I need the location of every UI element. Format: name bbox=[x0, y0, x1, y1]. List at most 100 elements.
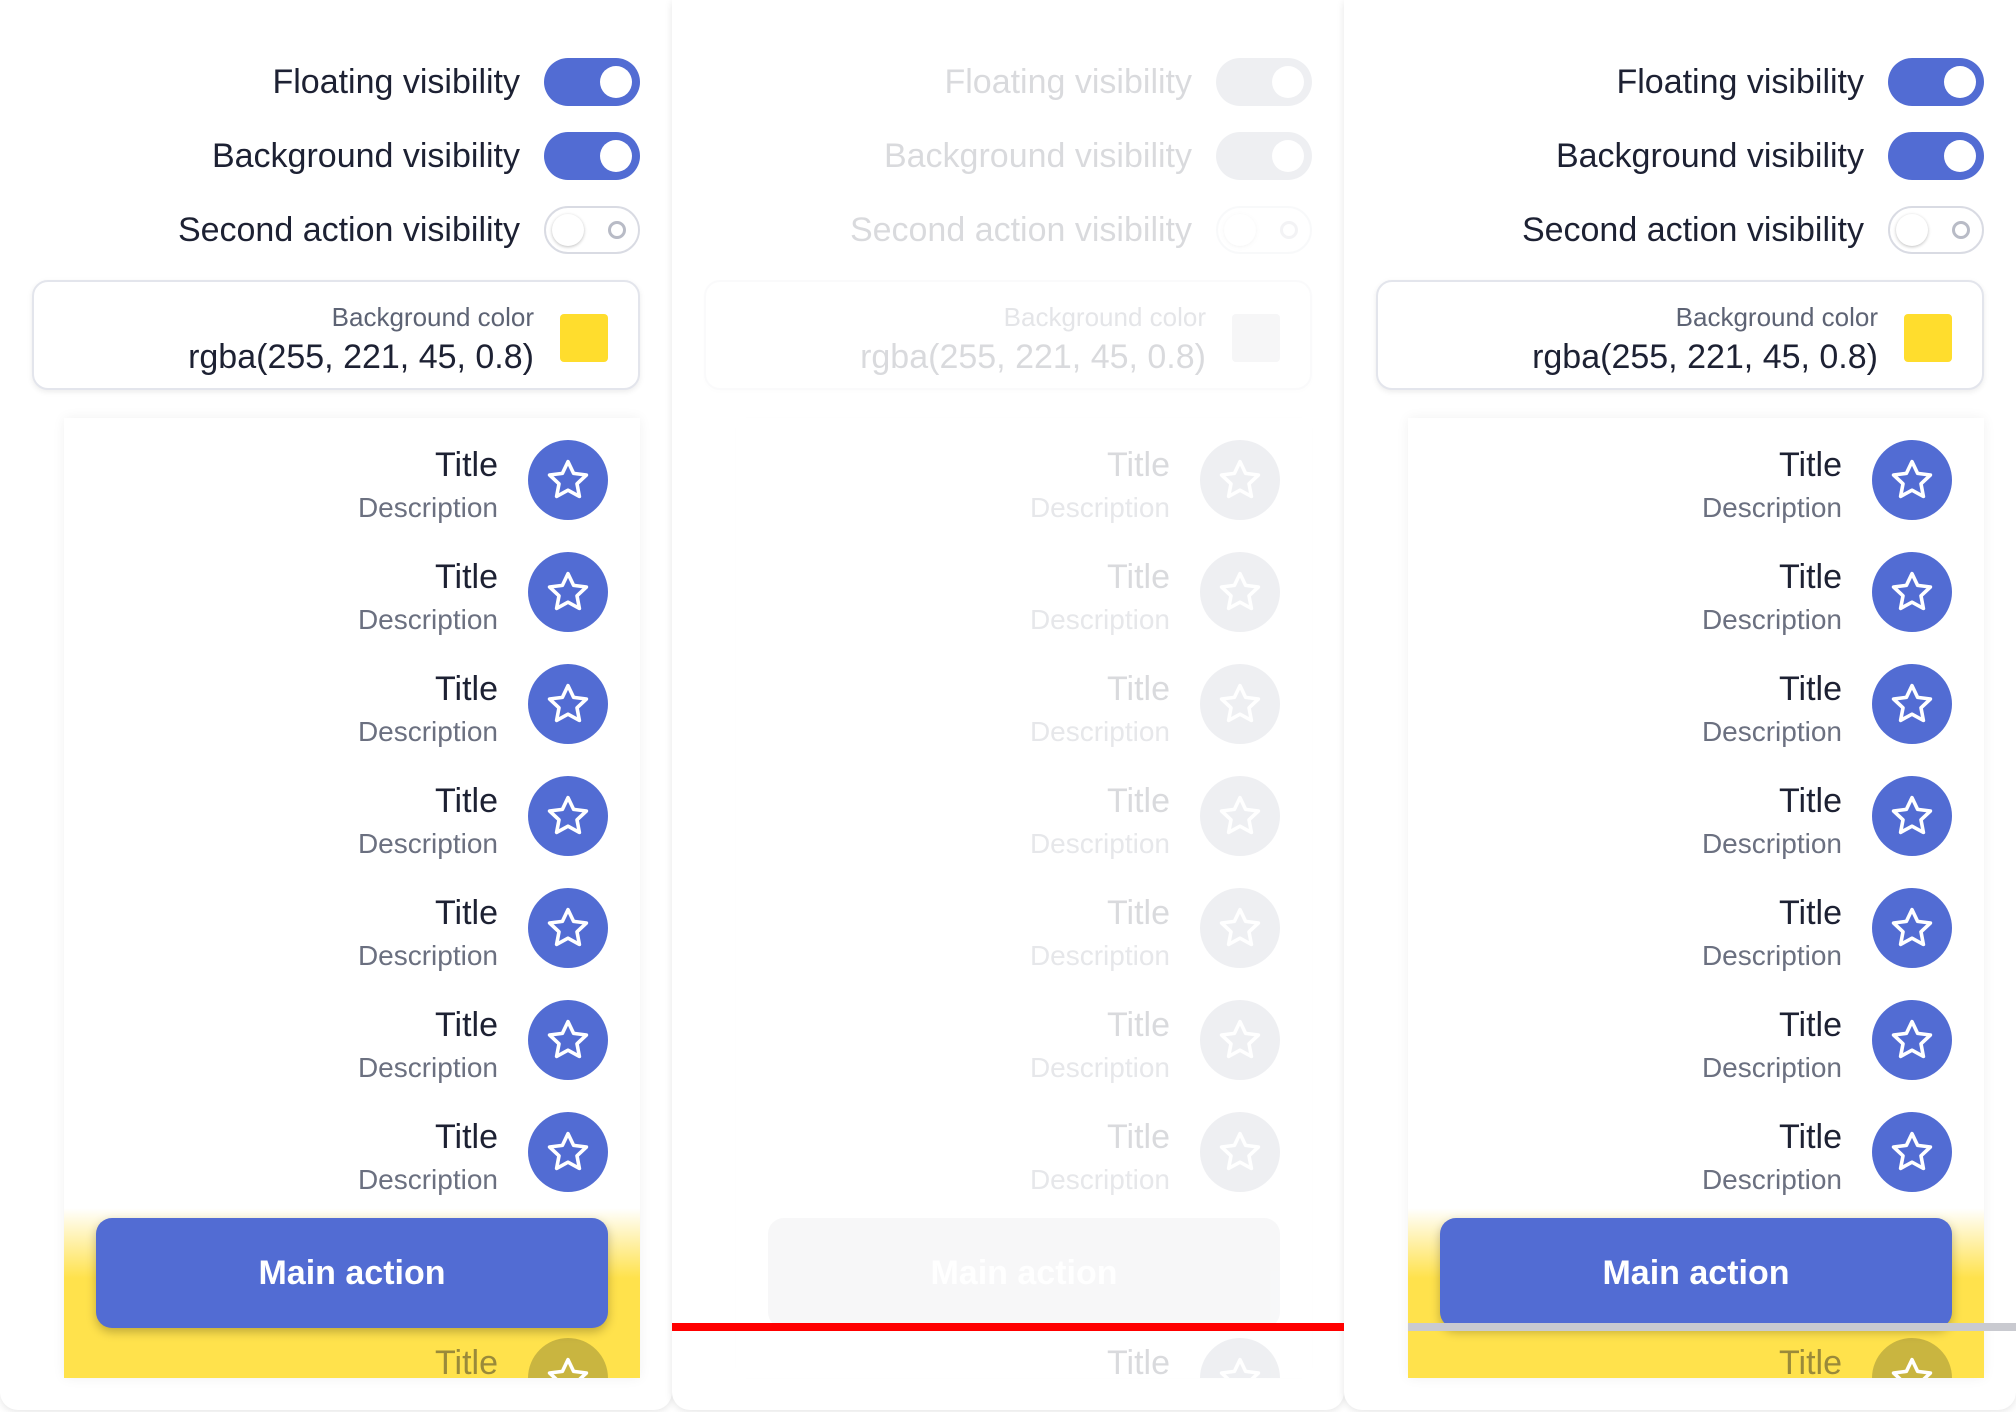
switch-knob bbox=[1944, 66, 1976, 98]
demo-panel-3: Floating visibility Background visibilit… bbox=[1344, 0, 2016, 1410]
item-description: Description bbox=[357, 716, 498, 747]
list-item: Title bbox=[1432, 1330, 1952, 1378]
switch-knob bbox=[600, 140, 632, 172]
star-button[interactable] bbox=[528, 888, 608, 968]
star-button[interactable] bbox=[1872, 664, 1952, 744]
second-action-visibility-switch[interactable] bbox=[1888, 206, 1984, 254]
color-swatch[interactable] bbox=[560, 314, 608, 362]
item-description: Description bbox=[357, 1052, 498, 1083]
second-action-visibility-switch bbox=[1216, 206, 1312, 254]
main-action-button: Main action bbox=[768, 1218, 1280, 1328]
star-icon bbox=[547, 907, 589, 947]
list-item: Title Description bbox=[88, 768, 608, 859]
background-color-value: rgba(255, 221, 45, 0.8) bbox=[188, 338, 534, 376]
floating-visibility-row: Floating visibility bbox=[1616, 57, 1984, 107]
item-description: Description bbox=[1029, 828, 1170, 859]
background-visibility-label: Background visibility bbox=[1555, 136, 1864, 175]
switch-off-indicator bbox=[1280, 221, 1298, 239]
list-item: Title Description bbox=[88, 544, 608, 635]
background-color-value: rgba(255, 221, 45, 0.8) bbox=[1532, 338, 1878, 376]
star-icon bbox=[1891, 907, 1933, 947]
star-button[interactable] bbox=[528, 776, 608, 856]
background-visibility-switch[interactable] bbox=[1888, 132, 1984, 180]
list-item: Title Description bbox=[760, 880, 1280, 971]
floating-visibility-row: Floating visibility bbox=[944, 57, 1312, 107]
star-icon bbox=[1219, 1019, 1261, 1059]
list-item: Title Description bbox=[1432, 880, 1952, 971]
second-action-visibility-switch[interactable] bbox=[544, 206, 640, 254]
item-description: Description bbox=[1029, 1052, 1170, 1083]
switch-knob bbox=[1272, 66, 1304, 98]
panels-container: Floating visibility Background visibilit… bbox=[0, 0, 2016, 1412]
item-title: Title bbox=[1779, 1006, 1842, 1044]
star-button bbox=[1200, 1338, 1280, 1378]
floating-visibility-row: Floating visibility bbox=[272, 57, 640, 107]
background-visibility-row: Background visibility bbox=[1556, 131, 1984, 181]
background-color-value: rgba(255, 221, 45, 0.8) bbox=[860, 338, 1206, 376]
item-description: Description bbox=[1701, 716, 1842, 747]
list-item: Title Description bbox=[760, 656, 1280, 747]
star-button[interactable] bbox=[1872, 1112, 1952, 1192]
item-description: Description bbox=[1701, 1164, 1842, 1195]
background-visibility-switch bbox=[1216, 132, 1312, 180]
item-description: Description bbox=[357, 940, 498, 971]
star-icon bbox=[547, 1019, 589, 1059]
panel-content: Floating visibility Background visibilit… bbox=[1344, 0, 2016, 1410]
star-icon bbox=[547, 1357, 589, 1378]
item-title: Title bbox=[1779, 446, 1842, 484]
star-icon bbox=[1891, 1131, 1933, 1171]
star-button[interactable] bbox=[528, 1112, 608, 1192]
item-title: Title bbox=[435, 782, 498, 820]
star-button[interactable] bbox=[1872, 1000, 1952, 1080]
item-description: Description bbox=[357, 1164, 498, 1195]
item-title: Title bbox=[1107, 446, 1170, 484]
item-title: Title bbox=[1107, 1118, 1170, 1156]
star-button[interactable] bbox=[528, 1000, 608, 1080]
item-title: Title bbox=[1107, 1006, 1170, 1044]
star-button[interactable] bbox=[528, 552, 608, 632]
item-description: Description bbox=[1701, 604, 1842, 635]
star-icon bbox=[547, 459, 589, 499]
floating-visibility-switch[interactable] bbox=[1888, 58, 1984, 106]
list-item: Title Description bbox=[1432, 1104, 1952, 1195]
background-visibility-switch[interactable] bbox=[544, 132, 640, 180]
item-description: Description bbox=[1029, 492, 1170, 523]
item-title: Title bbox=[1107, 670, 1170, 708]
switch-off-indicator bbox=[1952, 221, 1970, 239]
star-icon bbox=[1891, 1019, 1933, 1059]
star-button[interactable] bbox=[1872, 888, 1952, 968]
star-button[interactable] bbox=[1872, 1338, 1952, 1378]
list-item: Title Description bbox=[1432, 656, 1952, 747]
star-button bbox=[1200, 552, 1280, 632]
list-item: Title Description bbox=[760, 992, 1280, 1083]
background-color-field[interactable]: Background color rgba(255, 221, 45, 0.8) bbox=[32, 280, 640, 390]
item-title: Title bbox=[1107, 782, 1170, 820]
list-item: Title Description bbox=[760, 1104, 1280, 1195]
star-button[interactable] bbox=[1872, 776, 1952, 856]
item-title: Title bbox=[435, 670, 498, 708]
background-color-field[interactable]: Background color rgba(255, 221, 45, 0.8) bbox=[1376, 280, 1984, 390]
star-icon bbox=[547, 571, 589, 611]
star-button[interactable] bbox=[528, 440, 608, 520]
color-swatch[interactable] bbox=[1904, 314, 1952, 362]
list-item: Title Description bbox=[1432, 992, 1952, 1083]
star-button[interactable] bbox=[1872, 552, 1952, 632]
star-button[interactable] bbox=[528, 664, 608, 744]
star-icon bbox=[547, 795, 589, 835]
star-icon bbox=[1219, 683, 1261, 723]
star-button[interactable] bbox=[1872, 440, 1952, 520]
switch-knob bbox=[552, 214, 584, 246]
star-button[interactable] bbox=[528, 1338, 608, 1378]
item-title: Title bbox=[435, 1344, 498, 1378]
floating-list-preview: Title Description Title Description Titl… bbox=[1408, 418, 1984, 1378]
item-description: Description bbox=[357, 492, 498, 523]
second-action-visibility-label: Second action visibility bbox=[177, 210, 520, 249]
panel-content: Floating visibility Background visibilit… bbox=[0, 0, 672, 1410]
background-color-label: Background color bbox=[331, 302, 534, 332]
list-item: Title Description bbox=[88, 880, 608, 971]
switch-off-indicator bbox=[608, 221, 626, 239]
second-action-visibility-label: Second action visibility bbox=[849, 210, 1192, 249]
main-action-button[interactable]: Main action bbox=[96, 1218, 608, 1328]
floating-visibility-switch[interactable] bbox=[544, 58, 640, 106]
main-action-button[interactable]: Main action bbox=[1440, 1218, 1952, 1328]
